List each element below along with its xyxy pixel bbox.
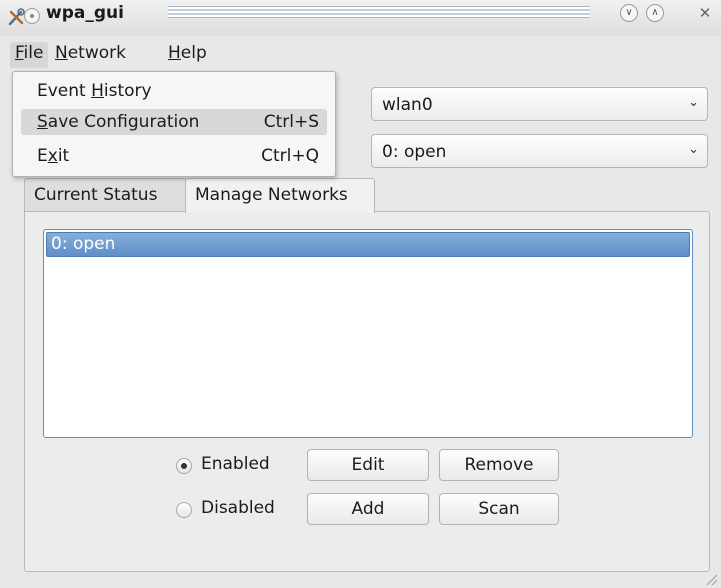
- add-button[interactable]: Add: [307, 493, 429, 525]
- radio-unchecked-icon: [176, 502, 192, 518]
- menu-item-exit[interactable]: Exit Ctrl+Q: [21, 143, 327, 169]
- manage-networks-panel: 0: open Enabled Disabled Edit Remove Add…: [24, 211, 710, 572]
- scan-button[interactable]: Scan: [439, 493, 559, 525]
- list-item[interactable]: 0: open: [46, 232, 690, 257]
- menu-file[interactable]: File: [10, 42, 49, 68]
- menu-item-label: Event History: [37, 78, 152, 104]
- network-list[interactable]: 0: open: [43, 229, 693, 438]
- menu-item-shortcut: Ctrl+Q: [261, 146, 319, 166]
- chevron-down-icon: ⌄: [688, 95, 699, 110]
- menu-label: elp: [180, 43, 207, 63]
- maximize-button[interactable]: ∧: [646, 4, 664, 22]
- file-dropdown-menu: Event History Save Configuration Ctrl+S …: [12, 71, 336, 177]
- mnemonic: N: [55, 43, 68, 63]
- title-bar-decoration: [168, 6, 590, 18]
- menu-network[interactable]: Network: [50, 42, 131, 68]
- label-part: ave Configuration: [47, 112, 200, 132]
- mnemonic: x: [47, 146, 58, 166]
- menu-item-shortcut: Ctrl+S: [263, 112, 319, 132]
- menu-help[interactable]: Help: [163, 42, 212, 68]
- menu-label: etwork: [67, 43, 126, 63]
- mnemonic: F: [15, 43, 24, 63]
- minimize-button[interactable]: ∨: [620, 4, 638, 22]
- remove-button[interactable]: Remove: [439, 449, 559, 481]
- radio-checked-icon: [176, 458, 192, 474]
- label-part: Event: [37, 81, 92, 101]
- menu-bar: File Network Help: [0, 36, 721, 68]
- disabled-label: Disabled: [201, 498, 275, 518]
- label-part: istory: [103, 81, 152, 101]
- label-part: it: [57, 146, 70, 166]
- edit-button[interactable]: Edit: [307, 449, 429, 481]
- mnemonic: H: [168, 43, 181, 63]
- menu-item-save-configuration[interactable]: Save Configuration Ctrl+S: [21, 109, 327, 135]
- window-title: wpa_gui: [46, 3, 124, 23]
- adapter-value: wlan0: [382, 95, 433, 115]
- chevron-down-icon: ⌄: [688, 142, 699, 157]
- mnemonic: H: [91, 81, 104, 101]
- chevron-up-icon: ∧: [651, 7, 659, 18]
- network-select[interactable]: 0: open ⌄: [371, 134, 708, 168]
- resize-grip-icon[interactable]: [704, 572, 718, 586]
- chevron-down-icon: ∨: [625, 7, 633, 18]
- menu-label: ile: [23, 43, 44, 63]
- menu-item-label: Exit: [37, 143, 69, 169]
- tab-current-status[interactable]: Current Status: [24, 178, 186, 212]
- menu-item-label: Save Configuration: [37, 109, 199, 135]
- adapter-select[interactable]: wlan0 ⌄: [371, 87, 708, 121]
- label-part: E: [37, 146, 48, 166]
- enabled-label: Enabled: [201, 454, 270, 474]
- title-bar[interactable]: wpa_gui ∨ ∧ ✕: [0, 0, 721, 36]
- close-button[interactable]: ✕: [696, 4, 714, 22]
- close-icon: ✕: [698, 4, 712, 22]
- window-menu-icon[interactable]: [24, 8, 40, 24]
- tab-manage-networks[interactable]: Manage Networks: [185, 178, 375, 213]
- network-value: 0: open: [382, 142, 447, 162]
- mnemonic: S: [37, 112, 48, 132]
- menu-item-event-history[interactable]: Event History: [21, 78, 327, 104]
